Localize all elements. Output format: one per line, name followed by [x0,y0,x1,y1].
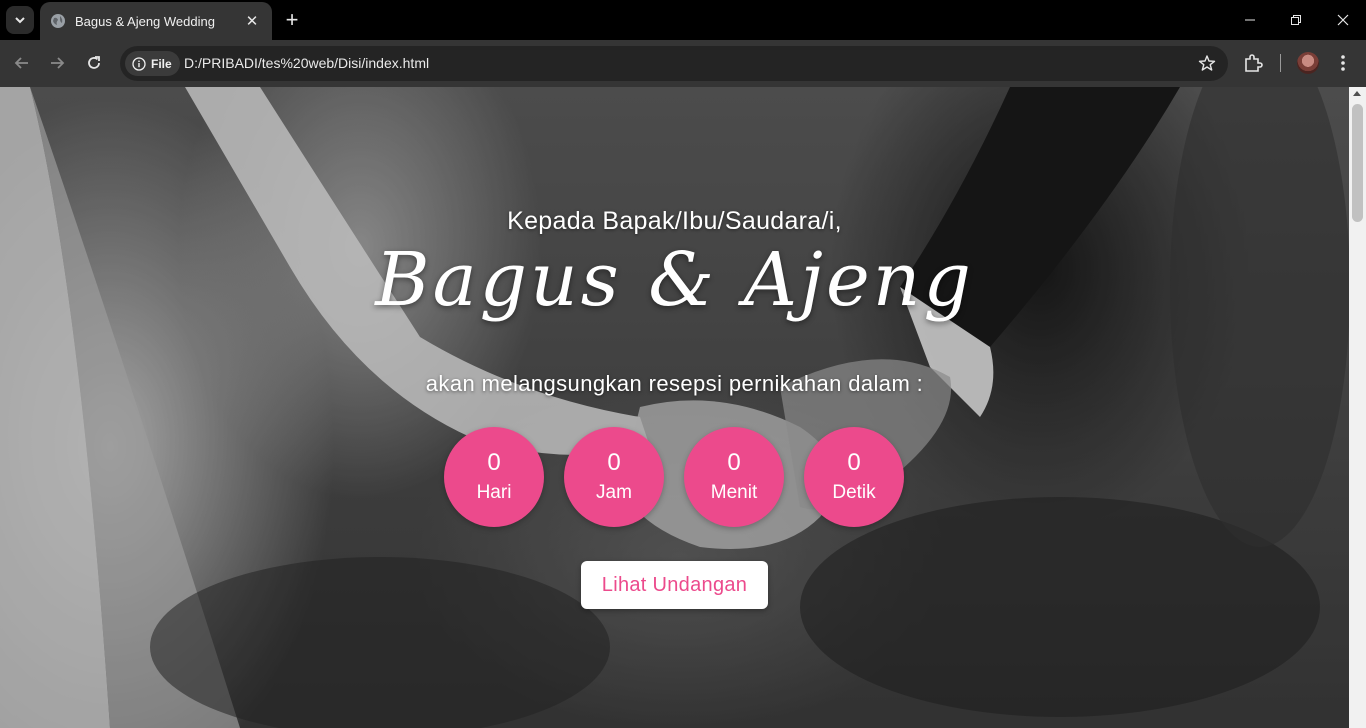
tab-search-button[interactable] [6,6,34,34]
toolbar-divider [1280,54,1281,72]
profile-avatar[interactable] [1297,52,1319,74]
forward-button[interactable] [44,50,70,76]
extensions-icon[interactable] [1242,52,1264,74]
countdown-minutes: 0 Menit [684,427,784,527]
countdown-hours-label: Jam [596,481,632,503]
page-scrollbar[interactable] [1349,87,1366,728]
countdown-timer: 0 Hari 0 Jam 0 Menit 0 Detik [444,427,904,527]
countdown-days-label: Hari [476,481,512,503]
arrow-right-icon [51,57,65,69]
restore-button[interactable] [1273,0,1319,40]
new-tab-button[interactable]: + [280,8,304,32]
scroll-up-arrow-icon[interactable] [1353,91,1361,96]
chevron-down-icon [15,17,25,24]
minimize-icon [1245,19,1255,21]
countdown-minutes-label: Menit [710,481,758,503]
countdown-seconds-label: Detik [832,481,876,503]
scrollbar-thumb[interactable] [1352,104,1363,222]
globe-icon [51,14,65,28]
info-icon [132,56,146,71]
restore-icon [1291,15,1301,25]
countdown-seconds-value: 0 [847,448,861,476]
countdown-minutes-value: 0 [727,448,741,476]
close-tab-icon[interactable]: ✕ [242,12,262,30]
page-viewport: Kepada Bapak/Ibu/Saudara/i, Bagus & Ajen… [0,87,1349,728]
view-invitation-button[interactable]: Lihat Undangan [581,561,768,609]
site-info-chip[interactable]: File [125,51,180,76]
event-subtitle: akan melangsungkan resepsi pernikahan da… [425,371,924,396]
countdown-hours: 0 Jam [564,427,664,527]
minimize-button[interactable] [1227,0,1273,40]
back-button[interactable] [9,50,35,76]
countdown-seconds: 0 Detik [804,427,904,527]
more-menu-icon[interactable] [1334,52,1352,74]
address-bar[interactable]: File D:/PRIBADI/tes%20web/Disi/index.htm… [120,46,1228,81]
close-icon [1337,14,1349,26]
photo-overlay [0,87,1349,728]
tab-strip: Bagus & Ajeng Wedding ✕ + [0,0,1366,40]
site-info-label: File [151,56,172,71]
countdown-hours-value: 0 [607,448,621,476]
reload-button[interactable] [81,50,107,76]
countdown-days: 0 Hari [444,427,544,527]
arrow-left-icon [14,57,28,69]
url-text: D:/PRIBADI/tes%20web/Disi/index.html [184,55,430,71]
couple-names-title: Bagus & Ajeng [375,237,974,323]
bookmark-star-icon[interactable] [1198,54,1216,72]
browser-toolbar: File D:/PRIBADI/tes%20web/Disi/index.htm… [0,40,1366,87]
countdown-days-value: 0 [487,448,501,476]
reload-icon [88,56,100,69]
greeting-text: Kepada Bapak/Ibu/Saudara/i, [507,207,842,235]
close-window-button[interactable] [1320,0,1366,40]
tab-title: Bagus & Ajeng Wedding [75,13,215,29]
browser-tab[interactable]: Bagus & Ajeng Wedding ✕ [40,2,272,40]
